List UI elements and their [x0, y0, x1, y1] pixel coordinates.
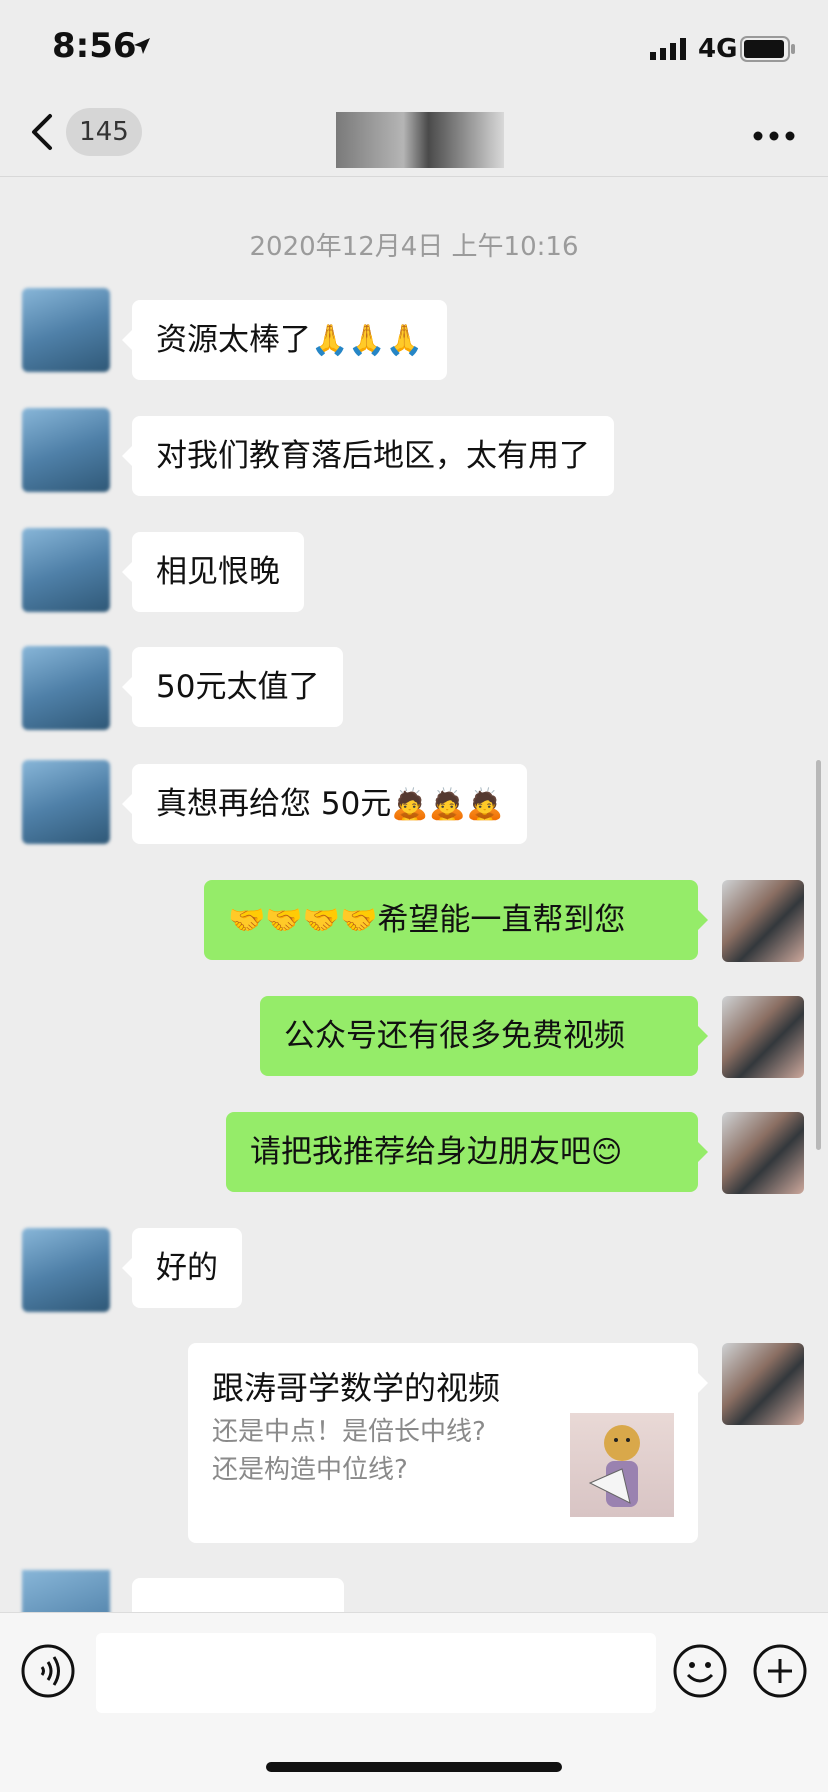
- status-bar: 8:56 4G: [0, 0, 828, 100]
- home-indicator[interactable]: [266, 1762, 562, 1772]
- link-desc-line: 还是中点！是倍长中线?: [212, 1417, 486, 1447]
- smile-emoji: 😊: [591, 1135, 623, 1170]
- message-text: 50元太值了: [156, 669, 320, 705]
- link-description: 还是中点！是倍长中线? 还是构造中位线?: [212, 1413, 512, 1489]
- voice-icon[interactable]: [20, 1643, 76, 1703]
- avatar[interactable]: [22, 646, 110, 730]
- message-text: 请把我推荐给身边朋友吧: [250, 1134, 591, 1170]
- network-label: 4G: [698, 34, 738, 64]
- handshake-emoji: 🤝🤝🤝🤝: [228, 903, 378, 938]
- unread-count-badge[interactable]: 145: [66, 108, 142, 156]
- link-thumbnail: [570, 1413, 674, 1517]
- status-time: 8:56: [52, 26, 137, 66]
- message-text: 公众号还有很多免费视频: [284, 1018, 625, 1054]
- message-bubble-received[interactable]: 真想再给您 50元🙇🙇🙇: [121, 764, 528, 844]
- avatar[interactable]: [722, 1343, 804, 1425]
- message-bubble-sent[interactable]: 公众号还有很多免费视频: [260, 996, 708, 1076]
- link-desc-line: 还是构造中位线?: [212, 1455, 408, 1485]
- battery-icon: [740, 36, 796, 66]
- message-bubble-received[interactable]: 对我们教育落后地区，太有用了: [122, 416, 614, 496]
- message-text: 好的: [156, 1250, 218, 1286]
- avatar[interactable]: [22, 1228, 110, 1312]
- message-input[interactable]: [96, 1633, 656, 1713]
- avatar[interactable]: [22, 528, 110, 612]
- chat-title-redacted: [336, 112, 504, 168]
- bowing-emoji: 🙇🙇🙇: [391, 787, 504, 822]
- chevron-left-icon[interactable]: [28, 112, 58, 156]
- avatar[interactable]: [22, 408, 110, 492]
- scrollbar[interactable]: [816, 760, 821, 1150]
- chat-screen: 8:56 4G 145 2020年12月4日 上午10:16 资源太棒了🙏🙏🙏 …: [0, 0, 828, 1792]
- avatar[interactable]: [22, 760, 110, 844]
- message-bubble-received[interactable]: 好的: [122, 1228, 242, 1308]
- message-bubble-received[interactable]: 50元太值了: [121, 647, 344, 727]
- signal-icon: [650, 38, 690, 64]
- message-text: 真想再给您 50元: [156, 786, 392, 822]
- avatar[interactable]: [722, 880, 804, 962]
- avatar[interactable]: [722, 1112, 804, 1194]
- more-dots-icon[interactable]: [752, 128, 796, 147]
- link-title: 跟涛哥学数学的视频: [212, 1369, 501, 1407]
- message-bubble-sent[interactable]: 请把我推荐给身边朋友吧😊: [226, 1112, 708, 1192]
- message-text: 希望能一直帮到您: [377, 902, 626, 938]
- shared-link-card[interactable]: 跟涛哥学数学的视频 还是中点！是倍长中线? 还是构造中位线?: [188, 1343, 708, 1543]
- message-text: 资源太棒了: [156, 322, 311, 358]
- location-arrow-icon: [132, 36, 152, 60]
- avatar[interactable]: [22, 288, 110, 372]
- message-bubble-received[interactable]: 资源太棒了🙏🙏🙏: [121, 300, 448, 380]
- avatar[interactable]: [722, 996, 804, 1078]
- message-bubble-sent[interactable]: 🤝🤝🤝🤝希望能一直帮到您: [204, 880, 708, 960]
- plus-icon[interactable]: [752, 1643, 808, 1703]
- message-text: 对我们教育落后地区，太有用了: [156, 438, 590, 474]
- praying-hands-emoji: 🙏🙏🙏: [311, 323, 424, 358]
- message-bubble-received[interactable]: 相见恨晚: [122, 532, 304, 612]
- message-timestamp: 2020年12月4日 上午10:16: [249, 232, 579, 262]
- message-text: 相见恨晚: [156, 554, 280, 590]
- chat-header: 145: [0, 100, 828, 177]
- emoji-icon[interactable]: [672, 1643, 728, 1703]
